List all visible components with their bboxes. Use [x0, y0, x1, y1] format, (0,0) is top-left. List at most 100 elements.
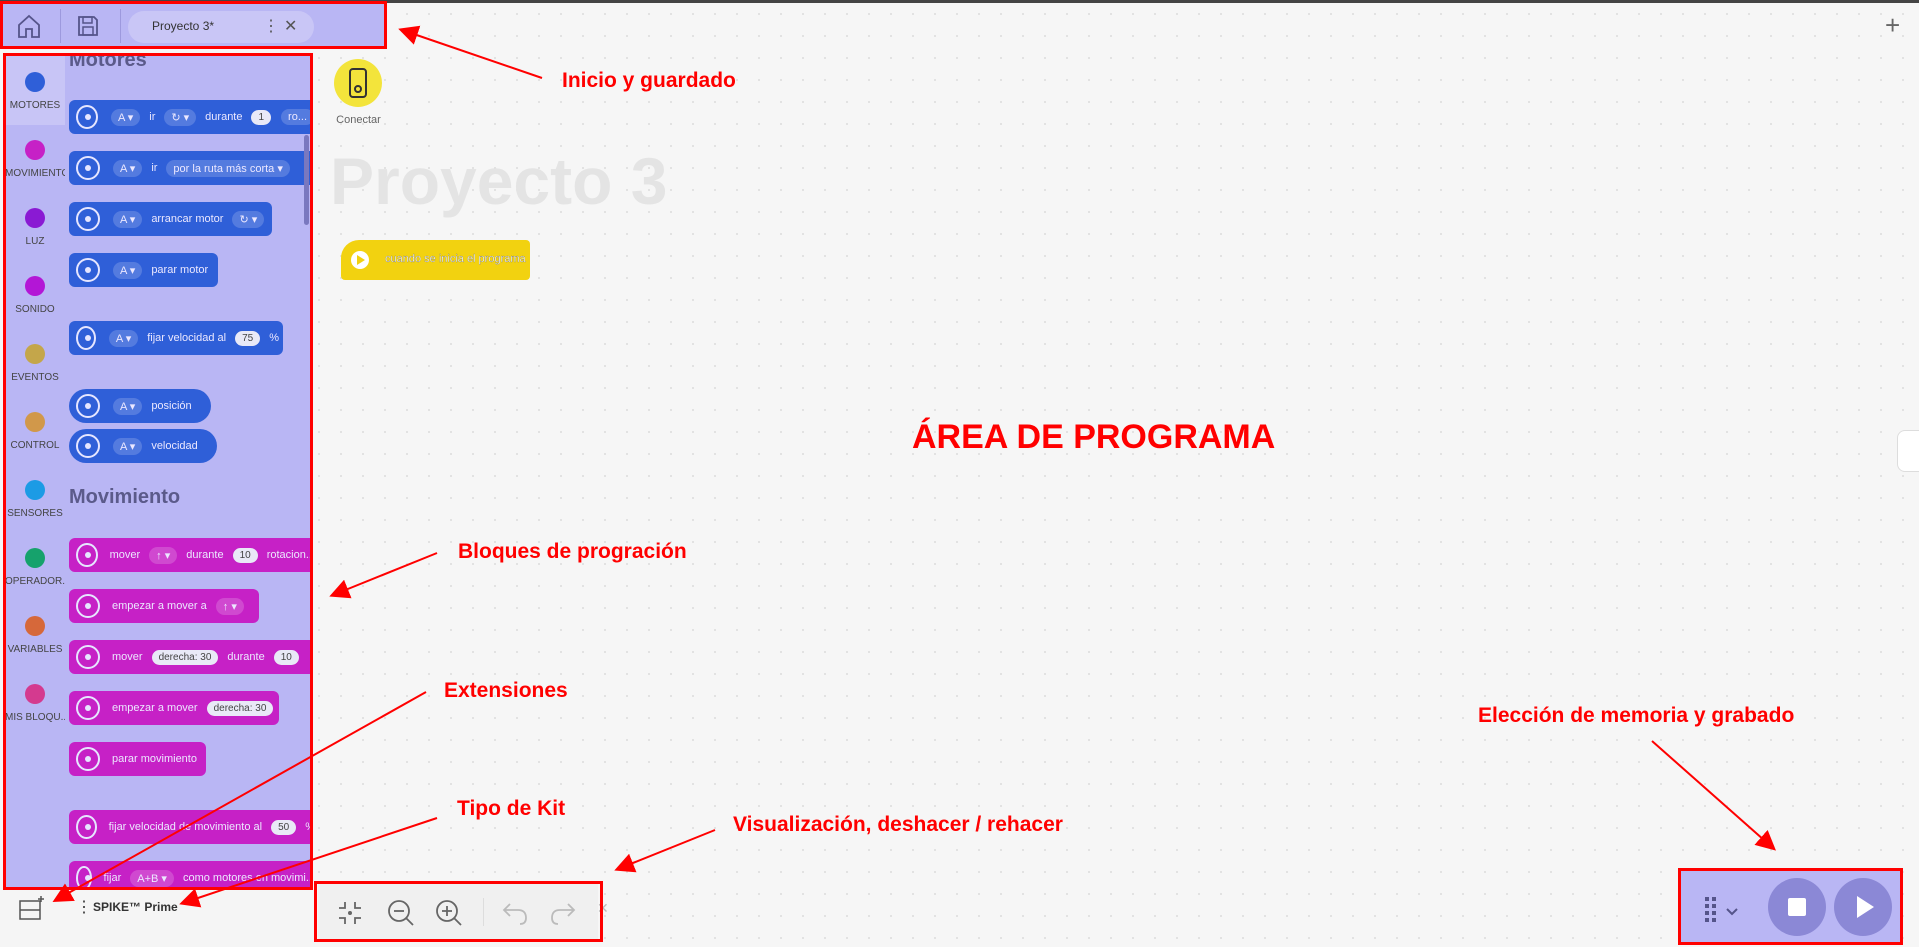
extensions-icon[interactable]: [18, 895, 46, 926]
palette-scrollbar[interactable]: [304, 135, 309, 225]
category-dot: [25, 72, 45, 92]
steering-input[interactable]: derecha: 30: [206, 700, 274, 716]
more-options-icon[interactable]: ⋮: [263, 16, 279, 36]
value-input[interactable]: 10: [232, 547, 258, 563]
ports-dropdown[interactable]: A+B ▾: [130, 869, 174, 887]
category-operadores[interactable]: OPERADOR...: [5, 548, 65, 587]
block-move-steer[interactable]: mover derecha: 30 durante 10: [69, 640, 310, 674]
port-dropdown[interactable]: A ▾: [110, 108, 141, 126]
block-motor-stop[interactable]: A ▾ parar motor: [69, 253, 218, 287]
motor-icon: [76, 645, 100, 669]
block-text: %: [305, 821, 310, 833]
center-icon[interactable]: [335, 898, 365, 933]
stop-button[interactable]: [1768, 878, 1826, 936]
category-eventos[interactable]: EVENTOS: [5, 344, 65, 383]
value-input[interactable]: 50: [271, 819, 297, 835]
category-mis-bloques[interactable]: MIS BLOQU...: [5, 684, 65, 723]
category-label: MOVIMIENTO: [5, 168, 65, 179]
unit-dropdown[interactable]: ro...: [281, 109, 310, 125]
category-label: SONIDO: [15, 304, 55, 315]
category-luz[interactable]: LUZ: [5, 208, 65, 247]
block-text: empezar a mover: [112, 702, 198, 714]
port-dropdown[interactable]: A ▾: [113, 159, 143, 177]
close-icon[interactable]: ✕: [284, 16, 297, 36]
toolbar-divider: [483, 898, 484, 926]
port-dropdown[interactable]: A ▾: [113, 397, 143, 415]
block-set-movement-motors[interactable]: fijar A+B ▾ como motores en movimi...: [69, 861, 310, 888]
toolbar-divider: [120, 9, 121, 43]
zoom-in-icon[interactable]: [434, 898, 464, 933]
block-text: rotacion...: [266, 549, 310, 561]
program-area-annotation: ÁREA DE PROGRAMA: [912, 418, 1276, 456]
annotation-memoria: Elección de memoria y grabado: [1478, 704, 1795, 727]
when-program-starts-block[interactable]: cuando se inicia el programa: [341, 240, 530, 280]
block-motor-run-for[interactable]: A ▾ ir ↻ ▾ durante 1 ro...: [69, 100, 310, 134]
stop-icon: [1788, 898, 1806, 916]
direction-dropdown[interactable]: ↑ ▾: [215, 597, 244, 615]
category-dot: [25, 548, 45, 568]
hub-icon: [349, 68, 367, 98]
category-sensores[interactable]: SENSORES: [5, 480, 65, 519]
category-dot: [25, 684, 45, 704]
category-motores[interactable]: MOTORES: [5, 55, 65, 125]
block-motor-go-to[interactable]: A ▾ ir por la ruta más corta ▾: [69, 151, 310, 185]
motor-icon: [76, 543, 98, 567]
direction-dropdown[interactable]: ↻ ▾: [164, 108, 197, 126]
block-stop-moving[interactable]: parar movimiento: [69, 742, 206, 776]
category-label: LUZ: [25, 236, 45, 247]
run-button[interactable]: [1834, 878, 1892, 936]
category-control[interactable]: CONTROL: [5, 412, 65, 451]
category-variables[interactable]: VARIABLES: [5, 616, 65, 655]
memory-slot-icon[interactable]: [1703, 895, 1743, 930]
steering-input[interactable]: derecha: 30: [151, 649, 219, 665]
category-dot: [25, 140, 45, 160]
motor-icon: [76, 594, 100, 618]
side-panel-handle[interactable]: [1897, 430, 1919, 472]
new-tab-icon[interactable]: +: [1885, 10, 1900, 41]
port-dropdown[interactable]: A ▾: [113, 261, 143, 279]
block-move-for[interactable]: mover ↑ ▾ durante 10 rotacion...: [69, 538, 310, 572]
save-icon[interactable]: [74, 12, 102, 40]
port-dropdown[interactable]: A ▾: [113, 210, 143, 228]
category-label: SENSORES: [7, 508, 63, 519]
play-icon: [351, 251, 369, 269]
block-text: mover: [109, 549, 141, 561]
block-start-moving-steer[interactable]: empezar a mover derecha: 30: [69, 691, 279, 725]
close-toolbar-icon[interactable]: ✕: [597, 900, 609, 917]
value-input[interactable]: 10: [273, 649, 299, 665]
redo-icon[interactable]: [548, 898, 578, 933]
canvas-project-title: Proyecto 3: [330, 144, 668, 218]
motor-icon: [76, 156, 100, 180]
project-tab[interactable]: Proyecto 3* ⋮ ✕: [128, 11, 314, 43]
value-input[interactable]: 75: [235, 330, 261, 346]
block-text: %: [269, 332, 279, 344]
block-motor-set-speed[interactable]: A ▾ fijar velocidad al 75 %: [69, 321, 283, 355]
category-dot: [25, 412, 45, 432]
direction-dropdown[interactable]: ↑ ▾: [149, 546, 178, 564]
block-text: mover: [112, 651, 143, 663]
undo-icon[interactable]: [500, 898, 530, 933]
home-icon[interactable]: [15, 12, 43, 40]
kit-name[interactable]: SPIKE™ Prime: [93, 900, 178, 914]
connect-button[interactable]: [334, 59, 382, 107]
category-sonido[interactable]: SONIDO: [5, 276, 65, 315]
block-motor-start[interactable]: A ▾ arrancar motor ↻ ▾: [69, 202, 272, 236]
zoom-out-icon[interactable]: [386, 898, 416, 933]
block-start-moving[interactable]: empezar a mover a ↑ ▾: [69, 589, 259, 623]
kit-menu-icon[interactable]: ⋮: [76, 897, 92, 917]
direction-dropdown[interactable]: ↻ ▾: [232, 210, 265, 228]
block-motor-position[interactable]: A ▾ posición: [69, 389, 211, 423]
block-text: como motores en movimi...: [182, 872, 310, 884]
value-input[interactable]: 1: [251, 109, 272, 125]
top-bar: Proyecto 3* ⋮ ✕: [0, 3, 385, 48]
block-set-movement-speed[interactable]: fijar velocidad de movimiento al 50 %: [69, 810, 310, 844]
category-label: VARIABLES: [7, 644, 63, 655]
route-dropdown[interactable]: por la ruta más corta ▾: [166, 159, 290, 177]
block-motor-velocity[interactable]: A ▾ velocidad: [69, 429, 217, 463]
category-dot: [25, 616, 45, 636]
port-dropdown[interactable]: A ▾: [113, 437, 143, 455]
port-dropdown[interactable]: A ▾: [108, 329, 139, 347]
category-movimiento[interactable]: MOVIMIENTO: [5, 140, 65, 179]
bottom-left-bar: [0, 888, 315, 947]
annotation-bloques: Bloques de progración: [458, 540, 687, 563]
